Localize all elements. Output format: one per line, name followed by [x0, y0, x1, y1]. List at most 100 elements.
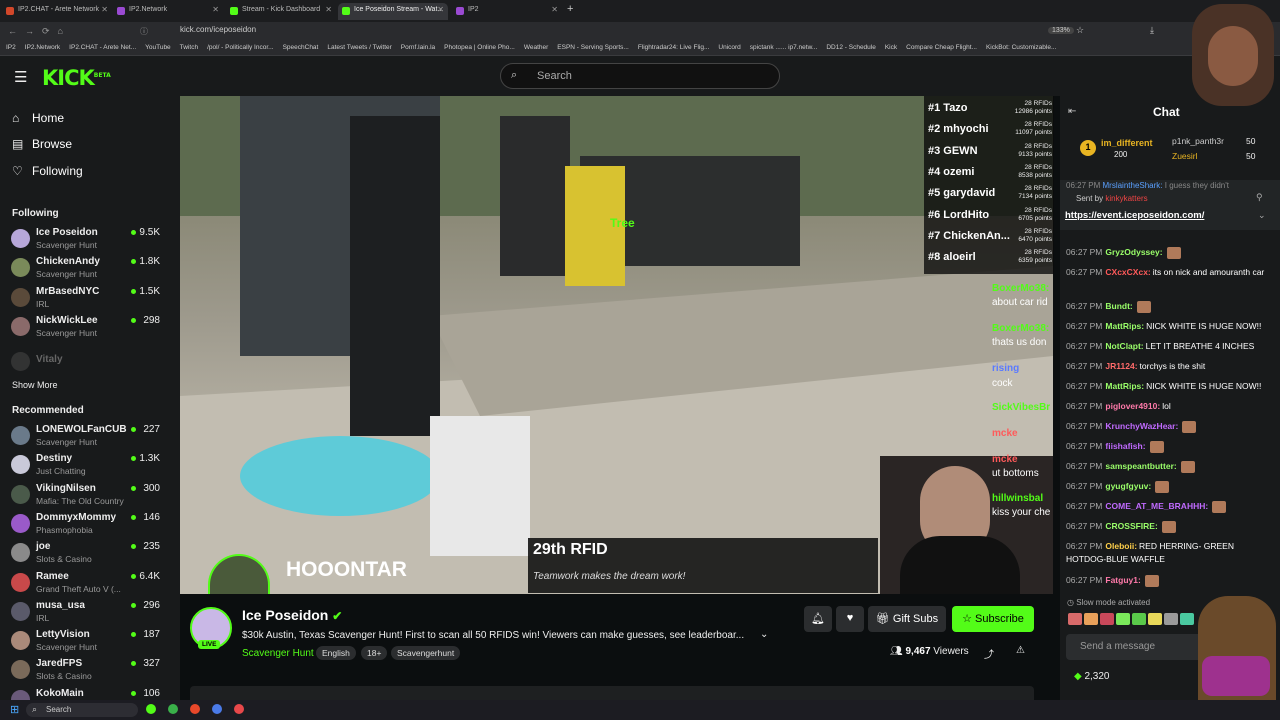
browser-tab[interactable]: Stream - Kick Dashboard ✕ — [226, 3, 336, 20]
chevron-down-icon[interactable]: ⌄ — [1258, 210, 1266, 221]
recommended-channel[interactable]: JaredFPS Slots & Casino 327 — [8, 657, 178, 685]
bookmark-item[interactable]: Twitch — [180, 44, 198, 51]
bookmark-item[interactable]: IP2.Network — [25, 44, 60, 51]
taskbar-search[interactable]: ⌕ Search — [26, 703, 138, 717]
close-icon[interactable]: ✕ — [212, 5, 219, 14]
video-player[interactable]: Tree — [180, 96, 1053, 594]
url-field[interactable]: kick.com/iceposeidon — [180, 25, 256, 34]
search-input[interactable]: ⌕ Search — [500, 63, 780, 89]
unpin-icon[interactable]: ⚲ — [1256, 192, 1263, 203]
chevron-down-icon[interactable]: ⌄ — [760, 629, 768, 640]
chat-username[interactable]: CXcxCXcx: — [1105, 267, 1150, 277]
site-info-icon[interactable]: ⓘ — [140, 26, 148, 37]
recommended-channel[interactable]: LettyVision Scavenger Hunt 187 — [8, 628, 178, 656]
collapse-chat-icon[interactable]: ⇤ — [1068, 106, 1076, 117]
following-channel[interactable]: NickWickLee Scavenger Hunt 298 — [8, 314, 178, 342]
chat-username[interactable]: Fatguy1: — [1105, 575, 1140, 585]
chat-username[interactable]: JR1124: — [1105, 361, 1137, 371]
emote-icon[interactable] — [1068, 612, 1082, 625]
chat-username[interactable]: Oleboii: — [1105, 541, 1137, 551]
stream-category[interactable]: Scavenger Hunt — [242, 648, 314, 659]
recommended-channel[interactable]: musa_usa IRL 296 — [8, 599, 178, 627]
app-icon[interactable] — [212, 704, 222, 714]
follow-button[interactable]: ♥ — [836, 606, 864, 632]
bookmark-item[interactable]: ESPN - Serving Sports... — [557, 44, 629, 51]
recommended-channel[interactable]: VikingNilsen Mafia: The Old Country 300 — [8, 482, 178, 510]
close-icon[interactable]: ✕ — [551, 5, 558, 14]
sent-by-user[interactable]: kinkykatters — [1105, 194, 1147, 203]
emote-icon[interactable] — [1132, 612, 1146, 625]
bookmark-item[interactable]: Flightradar24: Live Flig... — [638, 44, 710, 51]
emote-icon[interactable] — [1116, 612, 1130, 625]
app-icon[interactable] — [234, 704, 244, 714]
offline-channel[interactable]: Vitaly — [8, 349, 178, 377]
emote-icon[interactable] — [1084, 612, 1098, 625]
chat-username[interactable]: KrunchyWazHear: — [1105, 421, 1178, 431]
close-icon[interactable]: ✕ — [437, 5, 444, 14]
nav-browse[interactable]: ▤ Browse — [12, 137, 72, 151]
bookmark-item[interactable]: Pornf.lain.la — [401, 44, 435, 51]
new-tab-button[interactable]: + — [567, 3, 573, 15]
chat-username[interactable]: fiishafish: — [1105, 441, 1145, 451]
browser-tab-active[interactable]: Ice Poseidon Stream - Wat... ✕ — [338, 3, 448, 20]
recommended-channel[interactable]: DommyxMommy Phasmophobia 146 — [8, 511, 178, 539]
show-more-link[interactable]: Show More — [12, 380, 58, 390]
bookmark-item[interactable]: YouTube — [145, 44, 171, 51]
chat-username[interactable]: samspeantbutter: — [1105, 461, 1176, 471]
recommended-channel[interactable]: joe Slots & Casino 235 — [8, 540, 178, 568]
menu-icon[interactable]: ☰ — [14, 68, 27, 86]
recommended-channel[interactable]: Destiny Just Chatting 1.3K — [8, 452, 178, 480]
app-icon[interactable] — [146, 704, 156, 714]
chat-username[interactable]: piglover4910: — [1105, 401, 1160, 411]
gifter-name[interactable]: Zuesirl — [1172, 151, 1198, 161]
bookmark-item[interactable]: spictank ...... ip7.netw... — [750, 44, 818, 51]
nav-buttons[interactable]: ←→⟳⌂ — [8, 26, 71, 37]
tag-language[interactable]: English — [316, 646, 356, 660]
app-icon[interactable] — [190, 704, 200, 714]
bookmark-item[interactable]: Compare Cheap Flight... — [906, 44, 977, 51]
chat-username[interactable]: GryzOdyssey: — [1105, 247, 1162, 257]
chat-username[interactable]: Bundt: — [1105, 301, 1132, 311]
recommended-channel[interactable]: Ramee Grand Theft Auto V (... 6.4K — [8, 570, 178, 598]
bookmark-item[interactable]: Weather — [524, 44, 548, 51]
kick-logo[interactable]: KICKBETA — [42, 66, 111, 90]
browser-tab[interactable]: IP2.CHAT - Arete Network ✕ — [2, 3, 112, 20]
bookmark-item[interactable]: IP2 — [6, 44, 16, 51]
chat-username[interactable]: NotClapt: — [1105, 341, 1143, 351]
close-icon[interactable]: ✕ — [101, 5, 108, 14]
following-channel[interactable]: Ice Poseidon Scavenger Hunt 9.5K — [8, 226, 178, 254]
nav-home[interactable]: ⌂ Home — [12, 111, 64, 125]
report-icon[interactable]: ⚠ — [1016, 645, 1025, 656]
bookmark-item[interactable]: Photopea | Online Pho... — [444, 44, 515, 51]
star-icon[interactable]: ☆ — [1076, 25, 1084, 36]
notification-bell-button[interactable]: 🔔︎ — [804, 606, 832, 632]
streamer-name[interactable]: Ice Poseidon ✔ — [242, 607, 342, 623]
close-icon[interactable]: ✕ — [325, 5, 332, 14]
subscribe-button[interactable]: ☆ Subscribe — [952, 606, 1034, 632]
app-icon[interactable] — [168, 704, 178, 714]
chat-username[interactable]: gyugfgyuv: — [1105, 481, 1151, 491]
chat-username[interactable]: MattRips: — [1105, 381, 1144, 391]
emote-icon[interactable] — [1100, 612, 1114, 625]
channel-points[interactable]: ◆ 2,320 — [1074, 671, 1110, 682]
bookmark-item[interactable]: /pol/ - Politically Incor... — [207, 44, 273, 51]
bookmark-item[interactable]: Kick — [885, 44, 897, 51]
browser-tab[interactable]: IP2 ✕ — [452, 3, 562, 20]
recommended-channel[interactable]: KokoMain 106 — [8, 687, 178, 700]
share-icon[interactable]: ⤴ — [984, 646, 994, 661]
gift-subs-button[interactable]: 🎁︎ Gift Subs — [868, 606, 946, 632]
top-gifter-name[interactable]: im_different — [1101, 138, 1153, 148]
following-channel[interactable]: ChickenAndy Scavenger Hunt 1.8K — [8, 255, 178, 283]
chat-username[interactable]: MattRips: — [1105, 321, 1144, 331]
bookmark-item[interactable]: Unicord — [718, 44, 740, 51]
tag-age[interactable]: 18+ — [361, 646, 388, 660]
bookmark-item[interactable]: IP2.CHAT - Arete Net... — [69, 44, 136, 51]
download-icon[interactable]: ⤓ — [1150, 25, 1154, 36]
zoom-badge[interactable]: 133% — [1048, 27, 1074, 34]
emote-icon[interactable] — [1148, 612, 1162, 625]
nav-following[interactable]: ♡ Following — [12, 164, 83, 178]
following-channel[interactable]: MrBasedNYC IRL 1.5K — [8, 285, 178, 313]
bookmark-item[interactable]: KickBot: Customizable... — [986, 44, 1056, 51]
tag-scavengerhunt[interactable]: Scavengerhunt — [391, 646, 461, 660]
windows-start-icon[interactable]: ⊞ — [10, 703, 22, 716]
